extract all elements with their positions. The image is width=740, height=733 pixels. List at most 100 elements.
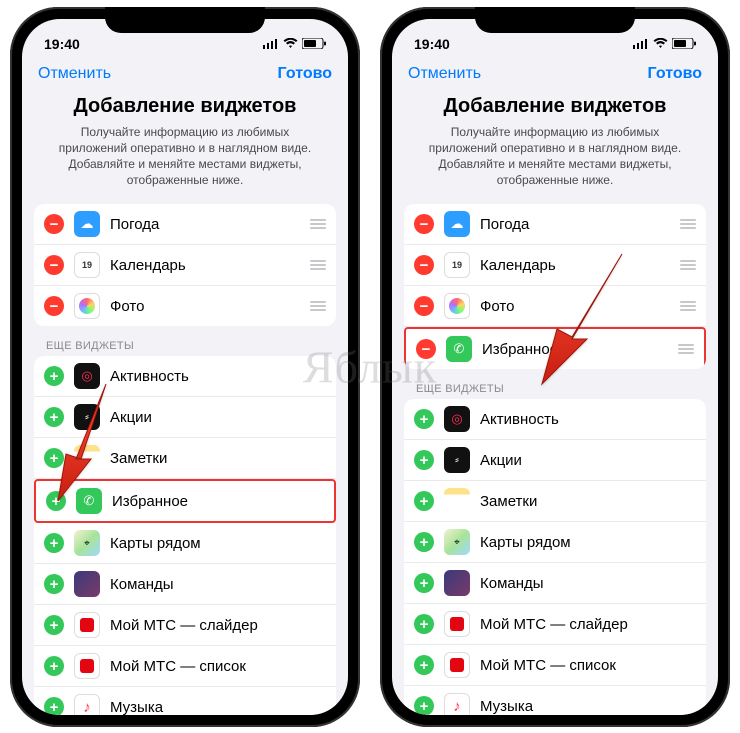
remove-button[interactable]: −: [416, 339, 436, 359]
drag-handle-icon[interactable]: [676, 344, 694, 354]
maps-icon: ⌖: [74, 530, 100, 556]
add-button[interactable]: +: [44, 533, 64, 553]
weather-icon: ☁: [444, 211, 470, 237]
drag-handle-icon[interactable]: [678, 260, 696, 270]
music-icon: ♪: [444, 693, 470, 714]
widget-row: −☁ Погода: [404, 204, 706, 245]
screen: 19:40 Отменить Готово Добавление виджето…: [22, 19, 348, 715]
widget-label: Акции: [480, 452, 696, 469]
drag-handle-icon[interactable]: [308, 219, 326, 229]
widget-label: Погода: [480, 216, 678, 233]
more-widgets-list: +◎Активность+⸗Акции+Заметки+⌖Карты рядом…: [404, 399, 706, 714]
page-title: Добавление виджетов: [46, 95, 324, 118]
widget-row: + Мой МТС — список: [34, 646, 336, 687]
cancel-button[interactable]: Отменить: [408, 65, 481, 83]
add-button[interactable]: +: [44, 656, 64, 676]
widget-label: Заметки: [480, 493, 696, 510]
notch: [105, 7, 265, 33]
cal-icon: 19: [74, 252, 100, 278]
widget-row: + ♪ Музыка: [34, 687, 336, 714]
add-button[interactable]: +: [44, 697, 64, 714]
status-time: 19:40: [414, 36, 450, 52]
battery-icon: [672, 36, 696, 52]
status-indicators: [633, 36, 696, 52]
widget-row: + Мой МТС — слайдер: [34, 605, 336, 646]
remove-button[interactable]: −: [414, 296, 434, 316]
shortcuts-icon: [74, 571, 100, 597]
drag-handle-icon[interactable]: [308, 260, 326, 270]
more-widgets-label: ЕЩЕ ВИДЖЕТЫ: [34, 326, 336, 356]
add-button[interactable]: +: [414, 450, 434, 470]
remove-button[interactable]: −: [44, 214, 64, 234]
drag-handle-icon[interactable]: [308, 301, 326, 311]
add-button[interactable]: +: [414, 491, 434, 511]
notes-icon: [444, 488, 470, 514]
drag-handle-icon[interactable]: [678, 219, 696, 229]
widget-label: Карты рядом: [480, 534, 696, 551]
widget-label: Фото: [110, 298, 308, 315]
music-icon: ♪: [74, 694, 100, 714]
widget-row: +Мой МТС — список: [404, 645, 706, 686]
widget-row: +◎Активность: [404, 399, 706, 440]
add-button[interactable]: +: [414, 409, 434, 429]
add-button[interactable]: +: [414, 614, 434, 634]
phone-left: 19:40 Отменить Готово Добавление виджето…: [10, 7, 360, 727]
phone-icon: ✆: [446, 336, 472, 362]
widget-label: Погода: [110, 216, 308, 233]
widget-row: + ⌖ Карты рядом: [34, 523, 336, 564]
add-button[interactable]: +: [414, 532, 434, 552]
cancel-button[interactable]: Отменить: [38, 65, 111, 83]
widget-label: Избранное: [112, 493, 324, 510]
nav-bar: Отменить Готово: [392, 59, 718, 87]
header: Добавление виджетов Получайте информацию…: [392, 87, 718, 205]
mts-icon: [444, 652, 470, 678]
header: Добавление виджетов Получайте информацию…: [22, 87, 348, 205]
done-button[interactable]: Готово: [278, 65, 332, 83]
add-button[interactable]: +: [414, 655, 434, 675]
mts-icon: [74, 653, 100, 679]
remove-button[interactable]: −: [44, 296, 64, 316]
add-button[interactable]: +: [414, 573, 434, 593]
done-button[interactable]: Готово: [648, 65, 702, 83]
widget-label: Заметки: [110, 450, 326, 467]
page-subtitle: Получайте информацию из любимых приложен…: [46, 124, 324, 189]
notch: [475, 7, 635, 33]
annotation-arrow: [522, 249, 642, 394]
widget-label: Календарь: [110, 257, 308, 274]
add-button[interactable]: +: [414, 696, 434, 714]
widget-label: Мой МТС — слайдер: [480, 616, 696, 633]
screen: 19:40 Отменить Готово Добавление виджето…: [392, 19, 718, 715]
remove-button[interactable]: −: [44, 255, 64, 275]
page-subtitle: Получайте информацию из любимых приложен…: [416, 124, 694, 189]
status-time: 19:40: [44, 36, 80, 52]
widget-label: Мой МТС — слайдер: [110, 617, 326, 634]
widget-label: Мой МТС — список: [110, 658, 326, 675]
widget-row: −19 Календарь: [34, 245, 336, 286]
add-button[interactable]: +: [44, 574, 64, 594]
widget-label: Активность: [110, 368, 326, 385]
cal-icon: 19: [444, 252, 470, 278]
stocks-icon: ⸗: [444, 447, 470, 473]
annotation-arrow: [36, 379, 136, 514]
maps-icon: ⌖: [444, 529, 470, 555]
wifi-icon: [653, 36, 668, 52]
widget-label: Акции: [110, 409, 326, 426]
photo-icon: [444, 293, 470, 319]
shortcuts-icon: [444, 570, 470, 596]
widget-row: +Команды: [404, 563, 706, 604]
status-indicators: [263, 36, 326, 52]
widget-label: Карты рядом: [110, 535, 326, 552]
wifi-icon: [283, 36, 298, 52]
remove-button[interactable]: −: [414, 255, 434, 275]
widget-label: Команды: [110, 576, 326, 593]
remove-button[interactable]: −: [414, 214, 434, 234]
widget-row: + ♪ Музыка: [404, 686, 706, 714]
widget-label: Музыка: [110, 699, 326, 715]
widget-label: Музыка: [480, 698, 696, 715]
mts-icon: [444, 611, 470, 637]
widget-row: − Фото: [34, 286, 336, 326]
widget-row: + Мой МТС — слайдер: [404, 604, 706, 645]
add-button[interactable]: +: [44, 615, 64, 635]
signal-icon: [263, 36, 279, 52]
drag-handle-icon[interactable]: [678, 301, 696, 311]
